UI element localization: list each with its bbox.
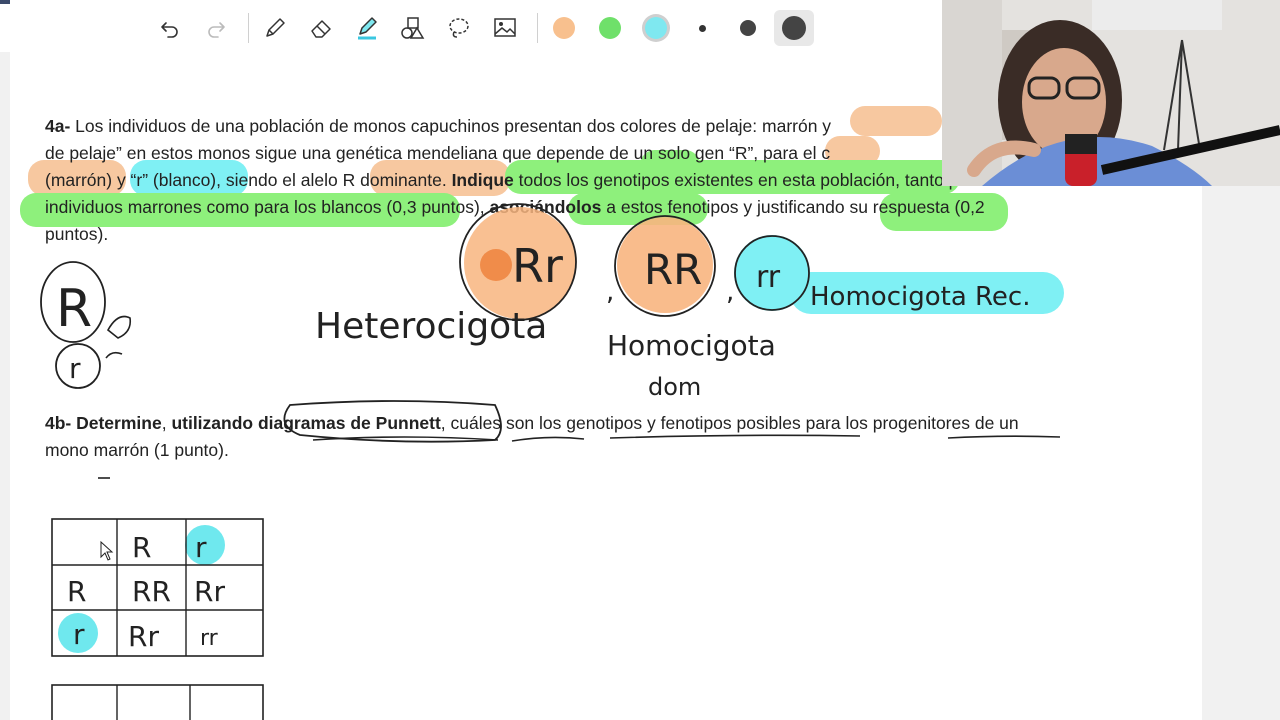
webcam-overlay <box>942 0 1280 186</box>
punnett-cell: Rr <box>194 575 225 608</box>
punnett-header-row1: R <box>67 575 86 608</box>
punnett-header-row2: r <box>73 618 85 651</box>
webcam-presenter-image <box>942 0 1280 186</box>
punnett-square-2 <box>51 684 264 720</box>
punnett-cell: rr <box>200 626 219 651</box>
punnett-header-col1: R <box>132 531 151 564</box>
punnett-header-col2: r <box>195 531 207 564</box>
punnett-cell: RR <box>132 575 171 608</box>
punnett-cell: Rr <box>128 620 159 653</box>
